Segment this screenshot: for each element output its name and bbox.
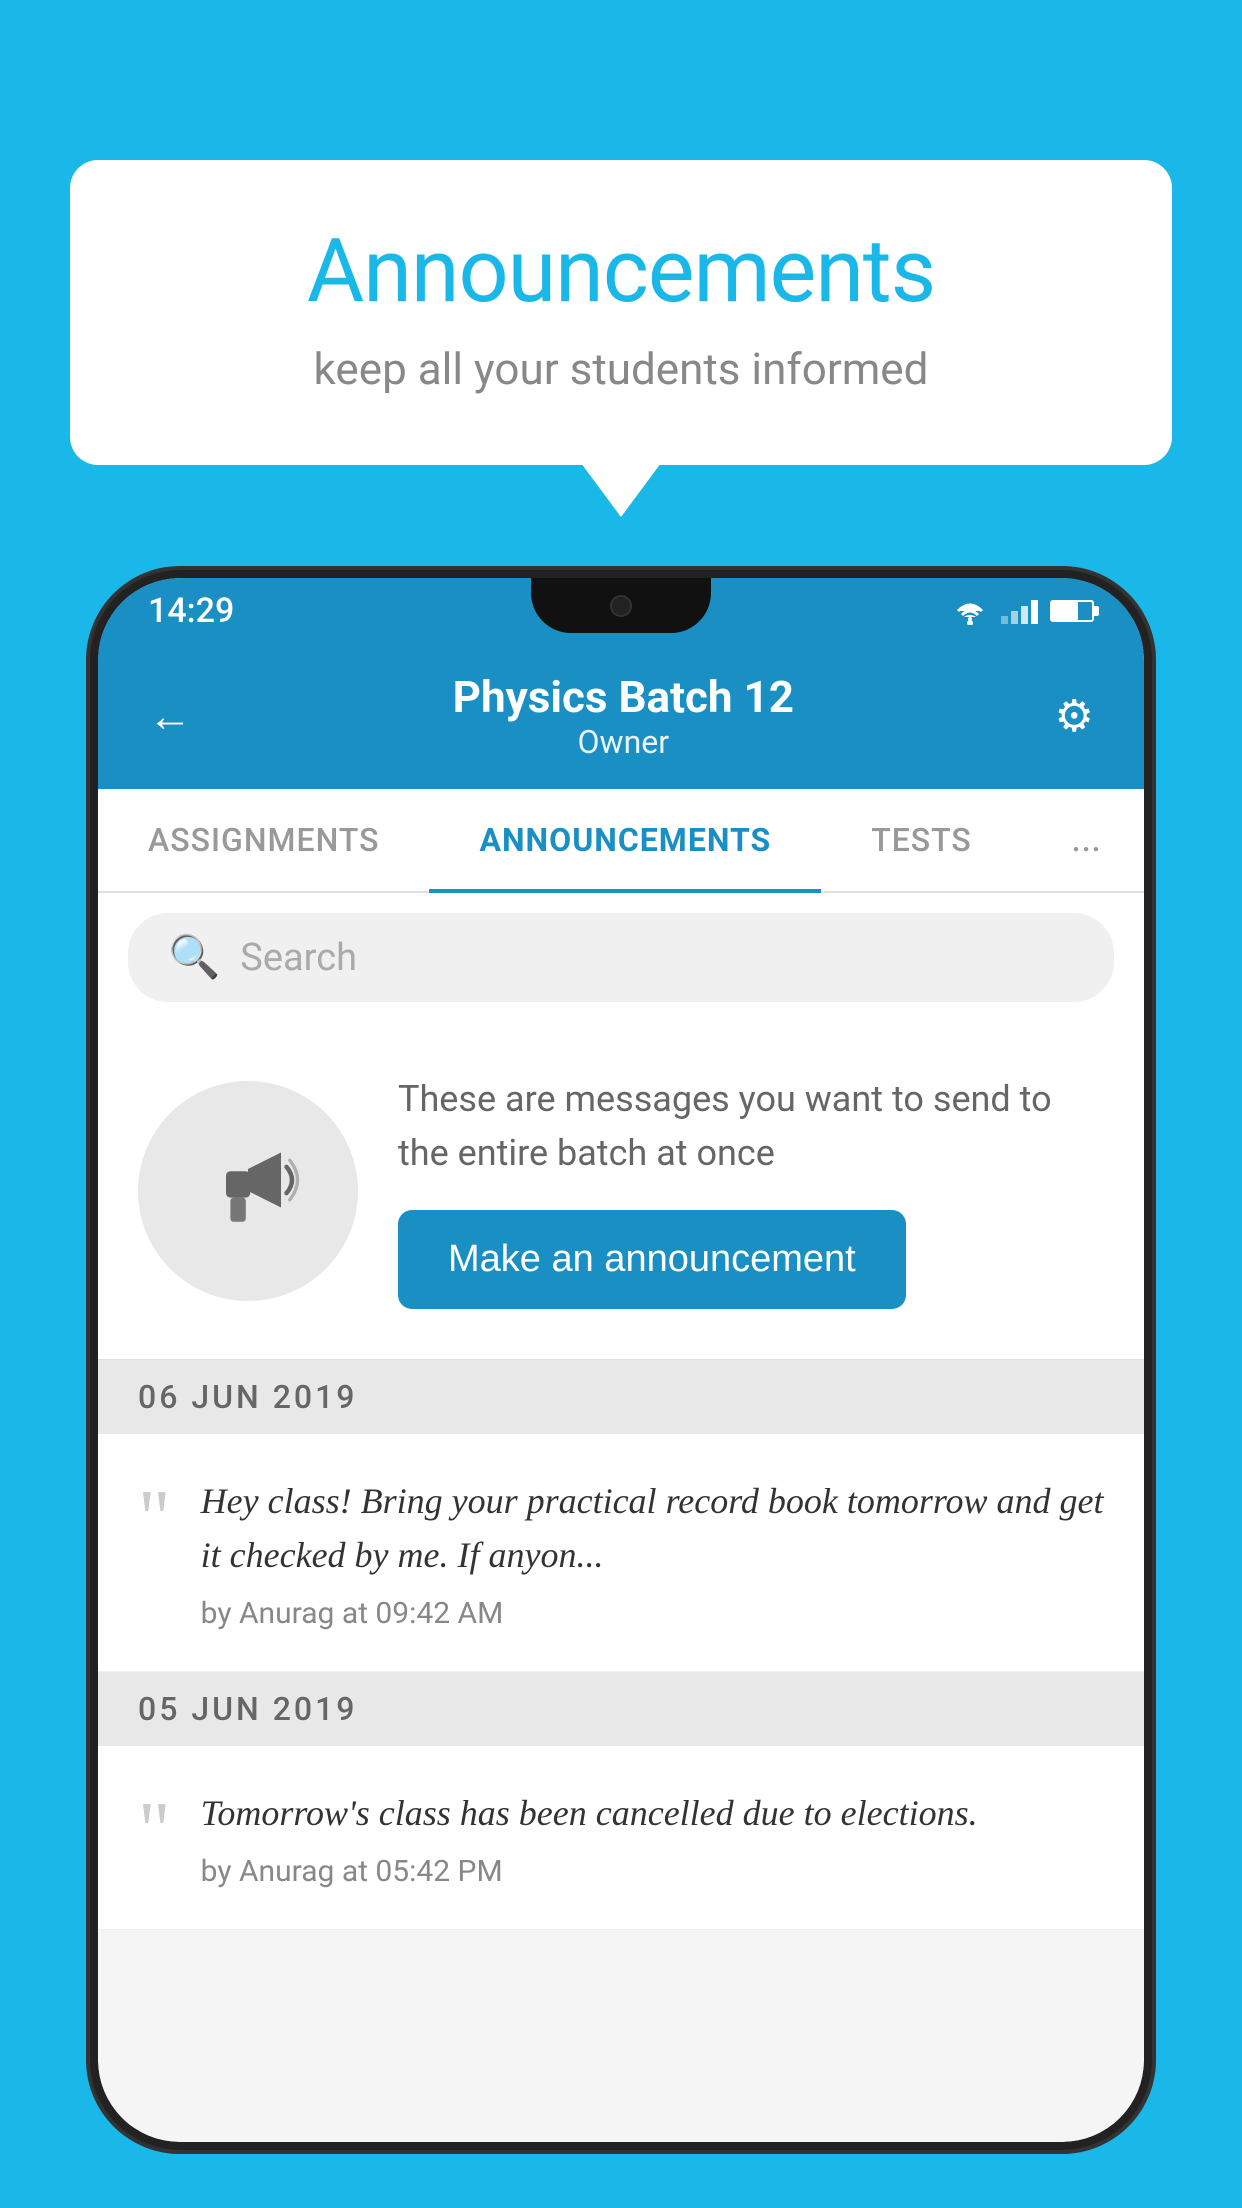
bubble-title: Announcements: [150, 220, 1092, 323]
megaphone-circle: [138, 1081, 358, 1301]
battery-icon: [1050, 600, 1094, 622]
megaphone-icon: [193, 1136, 303, 1246]
header-title: Physics Batch 12: [192, 671, 1055, 723]
phone-notch: [531, 578, 711, 633]
phone-container: 14:29: [90, 570, 1152, 2208]
phone-screen: 14:29: [98, 578, 1144, 2142]
quote-icon-1: ": [138, 1479, 171, 1559]
quote-icon-2: ": [138, 1791, 171, 1871]
tabs-bar: ASSIGNMENTS ANNOUNCEMENTS TESTS ...: [98, 789, 1144, 893]
search-icon: 🔍: [168, 933, 220, 982]
tab-tests[interactable]: TESTS: [821, 789, 1022, 891]
phone-frame: 14:29: [90, 570, 1152, 2150]
search-bar[interactable]: 🔍 Search: [128, 913, 1114, 1002]
search-placeholder: Search: [240, 936, 357, 980]
header-subtitle: Owner: [192, 723, 1055, 761]
date-separator-2: 05 JUN 2019: [98, 1672, 1144, 1746]
announcement-text-2: Tomorrow's class has been cancelled due …: [201, 1786, 1104, 1840]
volume-button-right: [1146, 1278, 1152, 1438]
content-area: 🔍 Search: [98, 893, 1144, 2142]
announcement-content-2: Tomorrow's class has been cancelled due …: [201, 1786, 1104, 1889]
status-icons: [951, 597, 1094, 625]
tab-more[interactable]: ...: [1022, 789, 1144, 891]
announcement-text-1: Hey class! Bring your practical record b…: [201, 1474, 1104, 1582]
bubble-subtitle: keep all your students informed: [150, 343, 1092, 395]
announcement-item-1[interactable]: " Hey class! Bring your practical record…: [98, 1434, 1144, 1672]
tab-assignments[interactable]: ASSIGNMENTS: [98, 789, 429, 891]
make-announcement-button[interactable]: Make an announcement: [398, 1210, 906, 1309]
announcement-item-2[interactable]: " Tomorrow's class has been cancelled du…: [98, 1746, 1144, 1930]
date-separator-1: 06 JUN 2019: [98, 1360, 1144, 1434]
volume-button-left: [90, 958, 96, 1058]
speech-bubble: Announcements keep all your students inf…: [70, 160, 1172, 465]
announcement-meta-1: by Anurag at 09:42 AM: [201, 1596, 1104, 1631]
signal-icon: [1001, 598, 1038, 624]
app-header: ← Physics Batch 12 Owner ⚙: [98, 643, 1144, 789]
announcement-meta-2: by Anurag at 05:42 PM: [201, 1854, 1104, 1889]
search-bar-wrap: 🔍 Search: [98, 893, 1144, 1022]
promo-right: These are messages you want to send to t…: [398, 1072, 1104, 1309]
speech-bubble-section: Announcements keep all your students inf…: [70, 160, 1172, 465]
tab-announcements[interactable]: ANNOUNCEMENTS: [429, 789, 821, 891]
header-title-group: Physics Batch 12 Owner: [192, 671, 1055, 761]
status-time: 14:29: [148, 591, 234, 631]
camera-dot: [610, 595, 632, 617]
announcement-content-1: Hey class! Bring your practical record b…: [201, 1474, 1104, 1631]
promo-description: These are messages you want to send to t…: [398, 1072, 1104, 1180]
power-button-right: [1146, 1078, 1152, 1238]
settings-icon[interactable]: ⚙: [1055, 690, 1094, 742]
announcement-promo: These are messages you want to send to t…: [98, 1022, 1144, 1360]
back-button[interactable]: ←: [148, 690, 192, 742]
wifi-icon: [951, 597, 989, 625]
